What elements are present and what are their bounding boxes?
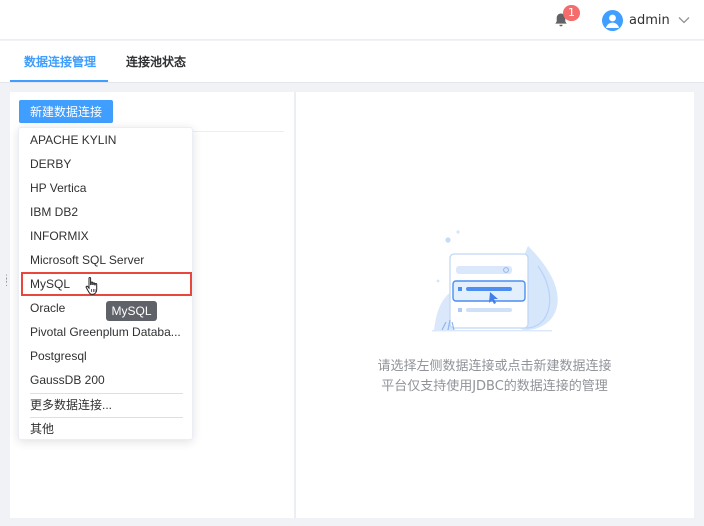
dropdown-item-greenplum[interactable]: Pivotal Greenplum Databa... [21, 320, 192, 344]
empty-state-line-2: 平台仅支持使用JDBC的数据连接的管理 [381, 379, 608, 394]
tab-pool-status[interactable]: 连接池状态 [126, 41, 186, 82]
active-tab-indicator [10, 80, 108, 82]
username: admin [629, 12, 670, 28]
dropdown-item-postgresql[interactable]: Postgresql [21, 344, 192, 368]
dropdown-item-gaussdb[interactable]: GaussDB 200 [21, 368, 192, 392]
empty-state-illustration [432, 230, 558, 332]
dropdown-item-ibm-db2[interactable]: IBM DB2 [21, 200, 192, 224]
datasource-dropdown: APACHE KYLIN DERBY HP Vertica IBM DB2 IN… [18, 127, 193, 440]
dropdown-item-informix[interactable]: INFORMIX [21, 224, 192, 248]
hand-pointer-icon [85, 276, 98, 295]
dropdown-item-mysql[interactable]: MySQL [21, 272, 192, 296]
item-tooltip: MySQL [106, 301, 157, 321]
tab-bar: 数据连接管理 连接池状态 [0, 41, 704, 83]
new-connection-button[interactable]: 新建数据连接 [19, 100, 113, 123]
empty-state-line-1: 请选择左侧数据连接或点击新建数据连接 [377, 359, 612, 374]
drag-handle-icon[interactable]: ⋮ ⋮ [2, 275, 11, 289]
avatar [602, 9, 623, 31]
dropdown-item-sql-server[interactable]: Microsoft SQL Server [21, 248, 192, 272]
user-menu[interactable]: admin [602, 9, 690, 31]
dropdown-item-more-connections[interactable]: 更多数据连接... [21, 393, 192, 417]
dropdown-item-derby[interactable]: DERBY [21, 152, 192, 176]
chevron-down-icon [678, 17, 690, 24]
dropdown-item-other[interactable]: 其他 [21, 417, 192, 441]
notification-badge: 1 [563, 5, 580, 21]
dropdown-item-apache-kylin[interactable]: APACHE KYLIN [21, 128, 192, 152]
dropdown-item-hp-vertica[interactable]: HP Vertica [21, 176, 192, 200]
tab-connection-management[interactable]: 数据连接管理 [24, 41, 96, 82]
user-icon [606, 14, 619, 28]
top-bar: 1 admin [0, 0, 704, 40]
